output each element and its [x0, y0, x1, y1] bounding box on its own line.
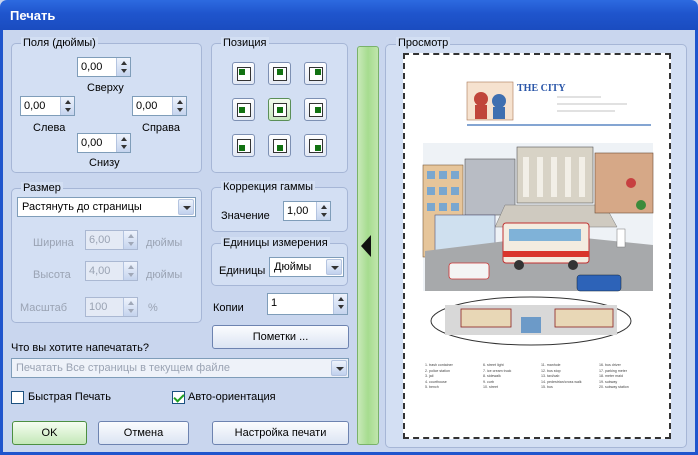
units-label: Единицы [219, 265, 266, 277]
units-select[interactable]: Дюймы [269, 257, 344, 277]
width-spin-arrows[interactable] [123, 231, 137, 249]
margin-left-spin-arrows[interactable] [60, 97, 74, 115]
copies-spin-arrows[interactable] [333, 294, 347, 314]
auto-orient-checkbox[interactable] [172, 391, 185, 404]
width-label: Ширина [33, 237, 74, 249]
marks-button[interactable]: Пометки ... [212, 325, 349, 349]
scale-input[interactable]: 100 [85, 297, 138, 317]
height-unit: дюймы [146, 269, 183, 281]
copies-value: 1 [271, 297, 278, 309]
copies-input[interactable]: 1 [267, 293, 348, 315]
collapse-preview-bar[interactable] [357, 46, 379, 445]
width-input[interactable]: 6,00 [85, 230, 138, 250]
vocab-item: 5. bench [425, 385, 439, 390]
size-group-title: Размер [21, 182, 63, 194]
window-title: Печать [10, 8, 56, 23]
position-top-center-button[interactable] [268, 62, 291, 85]
gamma-value: 1,00 [287, 205, 309, 217]
height-label: Высота [33, 269, 71, 281]
vocab-column-4: 16. bus driver 17. parking meter 18. met… [599, 363, 655, 391]
margins-group-title: Поля (дюймы) [21, 37, 98, 49]
vocab-column-2: 6. street light 7. ice cream truck 8. si… [483, 363, 539, 391]
preview-page-title: THE CITY [517, 83, 566, 94]
margin-right-input[interactable]: 0,00 [132, 96, 187, 116]
margin-left-value: 0,00 [24, 100, 46, 112]
gamma-group-title: Коррекция гаммы [221, 181, 316, 193]
position-group-title: Позиция [221, 37, 269, 49]
margin-top-label: Сверху [87, 82, 124, 94]
margin-top-input[interactable]: 0,00 [77, 57, 131, 77]
margin-top-spin-arrows[interactable] [116, 58, 130, 76]
scale-spin-arrows[interactable] [123, 298, 137, 316]
scale-unit: % [148, 302, 158, 314]
cancel-button[interactable]: Отмена [98, 421, 189, 445]
margin-right-spin-arrows[interactable] [172, 97, 186, 115]
height-spin-arrows[interactable] [123, 262, 137, 280]
chevron-down-icon[interactable] [178, 199, 194, 215]
preview-title: Просмотр [396, 37, 451, 49]
position-top-right-button[interactable] [304, 62, 327, 85]
fast-print-checkbox[interactable] [11, 391, 24, 404]
width-value: 6,00 [89, 234, 111, 246]
auto-orient-label[interactable]: Авто-ориентация [188, 391, 276, 403]
chevron-down-icon[interactable] [331, 360, 347, 376]
fast-print-label[interactable]: Быстрая Печать [28, 391, 111, 403]
copies-label: Копии [213, 302, 244, 314]
vocab-column-1: 1. trash container 2. police station 3. … [425, 363, 481, 391]
collapse-arrow-icon[interactable] [361, 235, 371, 257]
margin-bottom-value: 0,00 [81, 137, 103, 149]
size-mode-value: Растянуть до страницы [22, 201, 142, 213]
height-input[interactable]: 4,00 [85, 261, 138, 281]
gamma-label: Значение [221, 210, 270, 222]
gamma-spin-arrows[interactable] [316, 202, 330, 220]
position-middle-left-button[interactable] [232, 98, 255, 121]
chevron-down-icon[interactable] [326, 259, 342, 275]
vocabulary-list: 1. trash container 2. police station 3. … [425, 363, 655, 409]
margin-bottom-input[interactable]: 0,00 [77, 133, 131, 153]
print-what-select[interactable]: Печатать Все страницы в текущем файле [11, 358, 349, 378]
title-bar[interactable]: Печать [0, 0, 698, 30]
size-mode-select[interactable]: Растянуть до страницы [17, 197, 196, 217]
units-value: Дюймы [274, 261, 312, 273]
vocab-column-3: 11. manhole 12. bus stop 13. taxi/cab 14… [541, 363, 597, 391]
margin-right-label: Справа [142, 122, 180, 134]
print-what-value: Печатать Все страницы в текущем файле [16, 362, 231, 374]
vocab-item: 20. subway station [599, 385, 629, 390]
preview-page: THE CITY 1. trash container 2. police st… [403, 53, 671, 439]
vocab-item: 15. bus [541, 385, 553, 390]
position-top-left-button[interactable] [232, 62, 255, 85]
position-bottom-center-button[interactable] [268, 134, 291, 157]
position-bottom-right-button[interactable] [304, 134, 327, 157]
scale-value: 100 [89, 301, 108, 313]
margin-bottom-spin-arrows[interactable] [116, 134, 130, 152]
margin-bottom-label: Снизу [89, 157, 120, 169]
height-value: 4,00 [89, 265, 111, 277]
margin-left-input[interactable]: 0,00 [20, 96, 75, 116]
margin-top-value: 0,00 [81, 61, 103, 73]
gamma-input[interactable]: 1,00 [283, 201, 331, 221]
margin-right-value: 0,00 [136, 100, 158, 112]
ok-button[interactable]: OK [12, 421, 87, 445]
scale-label: Масштаб [20, 302, 68, 314]
print-what-label: Что вы хотите напечатать? [11, 342, 149, 354]
vocab-item: 10. street [483, 385, 498, 390]
position-bottom-left-button[interactable] [232, 134, 255, 157]
position-middle-right-button[interactable] [304, 98, 327, 121]
print-setup-button[interactable]: Настройка печати [212, 421, 349, 445]
width-unit: дюймы [146, 237, 183, 249]
margin-left-label: Слева [33, 122, 66, 134]
position-center-button[interactable] [268, 98, 291, 121]
units-group-title: Единицы измерения [221, 237, 330, 249]
